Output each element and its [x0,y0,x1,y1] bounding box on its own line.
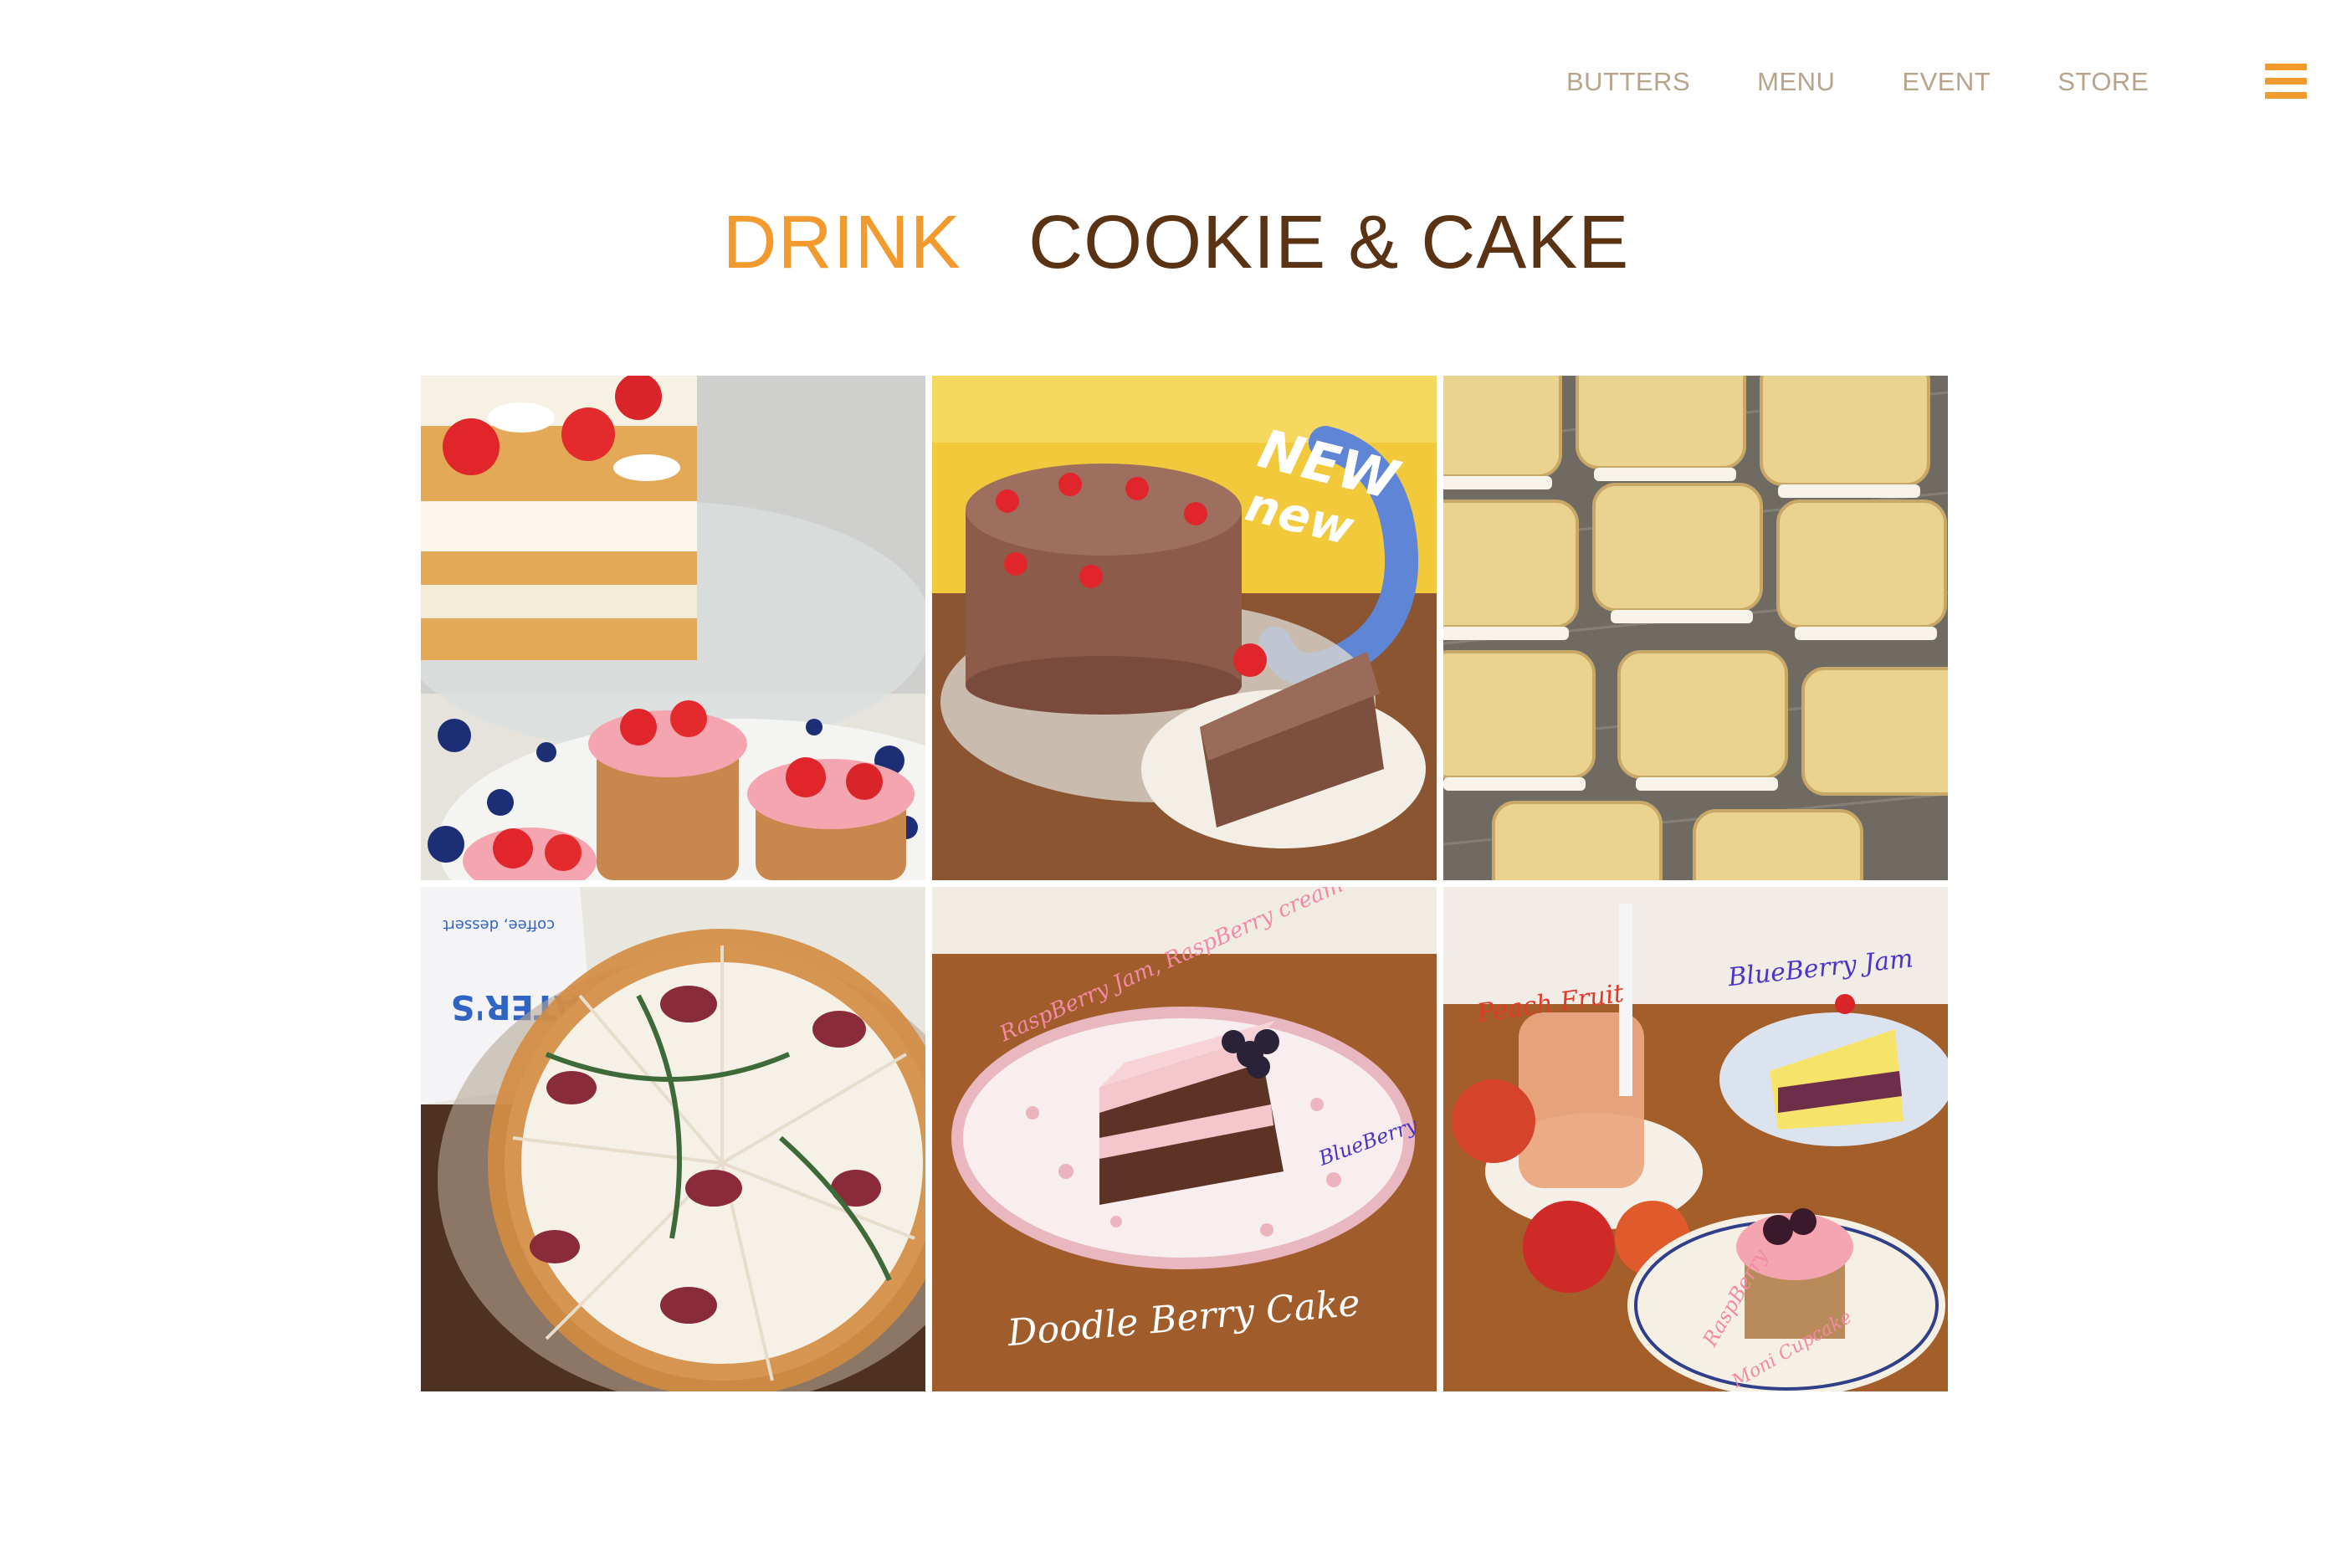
product-grid: NEW new ATER'S coffee, dessert Doodle Be… [421,376,1948,1391]
product-tile-doodle-berry-cake[interactable]: Doodle Berry Cake RaspBerry Jam, RaspBer… [932,887,1437,1391]
top-nav: BUTTERS MENU EVENT STORE [1499,64,2149,100]
product-tile-strawberry-cake[interactable] [421,376,925,880]
doodle-berry-cake-photo: Doodle Berry Cake RaspBerry Jam, RaspBer… [932,887,1437,1391]
tab-drink[interactable]: DRINK [723,199,961,286]
fig-cake-photo: ATER'S coffee, dessert [421,887,925,1391]
product-tile-chocolate-cake[interactable]: NEW new [932,376,1437,880]
chocolate-cake-photo: NEW new [932,376,1437,880]
peach-blueberry-photo: Peach Fruit BlueBerry Jam RaspBerry Moni… [1443,887,1948,1391]
product-tile-peach-blueberry[interactable]: Peach Fruit BlueBerry Jam RaspBerry Moni… [1443,887,1948,1391]
hamburger-menu-icon[interactable] [2265,64,2307,100]
nav-butters[interactable]: BUTTERS [1566,64,1690,100]
product-tile-sandwich-cookies[interactable] [1443,376,1948,880]
sandwich-cookies-photo [1443,376,1948,880]
tab-cookie-cake[interactable]: COOKIE & CAKE [1028,199,1629,286]
svg-text:coffee, dessert: coffee, dessert [443,916,555,934]
category-tabs: DRINK COOKIE & CAKE [0,199,2352,286]
product-tile-fig-cake[interactable]: ATER'S coffee, dessert [421,887,925,1391]
nav-menu[interactable]: MENU [1757,64,1835,100]
strawberry-cake-photo [421,376,925,880]
nav-store[interactable]: STORE [2057,64,2149,100]
nav-event[interactable]: EVENT [1902,64,1991,100]
